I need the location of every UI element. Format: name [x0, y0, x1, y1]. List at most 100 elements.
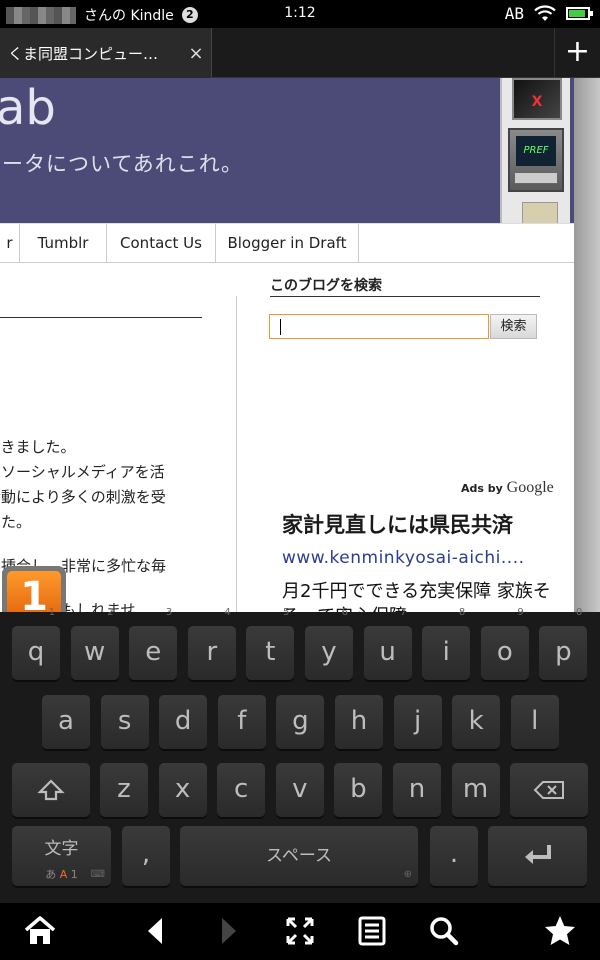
blog-description: ータについてあれこれ。 [2, 152, 243, 176]
key-v[interactable]: v [275, 763, 324, 817]
tab-close-icon[interactable]: × [181, 43, 211, 64]
key-g[interactable]: g [276, 695, 325, 749]
key-o[interactable]: o9 [480, 608, 529, 680]
key-u[interactable]: u7 [363, 608, 412, 680]
key-t[interactable]: t5 [246, 608, 295, 680]
blog-nav-tabs: r Tumblr Contact Us Blogger in Draft [0, 223, 574, 263]
key-hint: 7 [400, 607, 407, 618]
key-m[interactable]: m [451, 763, 500, 817]
key-d[interactable]: d [159, 695, 208, 749]
key-hint: 9 [517, 607, 524, 618]
nav-item-contact-us[interactable]: Contact Us [107, 224, 216, 263]
home-icon[interactable] [20, 913, 60, 949]
pref-icon: PREF [508, 128, 564, 192]
key-z[interactable]: z [100, 763, 148, 817]
key-y[interactable]: y6 [305, 608, 353, 680]
post-column: てきました。 のソーシャルメディアを活 舌動により多くの刺激を受 した。 、挿合… [0, 263, 236, 612]
web-page[interactable]: ab ータについてあれこれ。 X PREF r Tumblr Contact U… [0, 78, 574, 612]
search-icon[interactable] [424, 913, 464, 949]
key-p[interactable]: p0 [539, 608, 588, 680]
fullscreen-icon[interactable] [280, 913, 320, 949]
key-hint: 2 [107, 607, 114, 618]
post-line: 舌動により多くの刺激を受 [0, 488, 166, 506]
forward-icon[interactable] [208, 913, 248, 949]
soft-keyboard: 文字 あ A 1 ⌨ , スペース ⊕ . q1w2e3r4t5y6u7i8o9… [0, 608, 600, 903]
nav-item-tumblr[interactable]: Tumblr [20, 224, 107, 263]
space-key[interactable]: スペース ⊕ [180, 826, 418, 886]
post-line: てきました。 [0, 438, 76, 456]
search-heading: このブログを検索 [270, 278, 382, 294]
enter-icon [524, 845, 551, 864]
key-hint: 5 [283, 607, 290, 618]
post-heading-rule [0, 317, 202, 318]
key-h[interactable]: h [335, 695, 383, 749]
key-j[interactable]: j [393, 695, 442, 749]
page-scroll-edge [574, 78, 600, 612]
key-k[interactable]: k [452, 695, 501, 749]
key-r[interactable]: r4 [187, 608, 236, 680]
status-bar: さんの Kindle 2 1:12 AB [0, 0, 600, 28]
cube-icon: X [512, 78, 562, 120]
tab-title: くま同盟コンピュー… [8, 44, 159, 63]
key-e[interactable]: e3 [129, 608, 178, 680]
nav-item-blogger-in-draft[interactable]: Blogger in Draft [216, 224, 359, 263]
blog-search-input[interactable] [269, 314, 489, 339]
key-n[interactable]: n [393, 763, 441, 817]
favorites-icon[interactable] [540, 913, 580, 949]
key-w[interactable]: w2 [70, 608, 119, 680]
shift-icon [37, 779, 65, 801]
nav-item-partial[interactable]: r [0, 224, 20, 263]
ad-title[interactable]: 家計見直しには県民共済 [282, 509, 513, 539]
key-hint: 4 [224, 607, 231, 618]
blog-sidebar: このブログを検索 検索 Ads by Google 家計見直しには県民共済 ww… [268, 263, 558, 612]
new-tab-button[interactable]: + [554, 28, 600, 78]
key-hint: 6 [341, 607, 348, 618]
backspace-key[interactable] [510, 763, 588, 817]
keyboard-icon: ⌨ [90, 869, 105, 880]
enter-key[interactable] [488, 826, 587, 886]
ad-url[interactable]: www.kenminkyosai-aichi.... [282, 548, 525, 568]
browser-tab-bar: くま同盟コンピュー… × + [0, 28, 600, 78]
key-hint: 8 [458, 607, 466, 618]
mode-switch-key[interactable]: 文字 あ A 1 ⌨ [12, 826, 111, 886]
pref-screen: PREF [516, 136, 556, 166]
header-icon-column: X PREF [500, 78, 570, 226]
column-divider [236, 296, 237, 612]
blog-search-button[interactable]: 検索 [490, 314, 537, 339]
key-x[interactable]: x [158, 763, 207, 817]
wifi-icon [534, 4, 556, 21]
ads-by-google[interactable]: Ads by Google [461, 479, 554, 497]
globe-icon: ⊕ [403, 869, 412, 880]
key-a[interactable]: a [42, 695, 90, 749]
key-hint: 3 [165, 607, 173, 618]
browser-tab-active[interactable]: くま同盟コンピュー… × [0, 28, 212, 78]
system-nav-bar [0, 903, 600, 960]
key-c[interactable]: c [217, 763, 266, 817]
battery-icon [566, 7, 593, 20]
post-line: した。 [0, 513, 32, 531]
pref-keyboard [514, 172, 558, 184]
menu-icon[interactable] [352, 913, 392, 949]
blog-title[interactable]: ab [0, 80, 56, 136]
ime-indicator: AB [504, 4, 524, 23]
key-f[interactable]: f [217, 695, 266, 749]
ad-body: 月2千円でできる充実保障 家族そろって安心保障 [282, 581, 551, 612]
text-caret [280, 319, 281, 335]
key-hint: 0 [576, 607, 583, 618]
back-icon[interactable] [136, 913, 176, 949]
blog-header: ab ータについてあれこれ。 X PREF [0, 78, 574, 226]
period-key[interactable]: . [430, 826, 478, 886]
key-q[interactable]: q1 [12, 608, 60, 680]
key-s[interactable]: s [100, 695, 149, 749]
comma-key[interactable]: , [122, 826, 170, 886]
search-heading-rule [270, 296, 540, 297]
status-right: AB [504, 4, 593, 23]
shift-key[interactable] [12, 763, 90, 817]
backspace-icon [533, 781, 564, 799]
key-i[interactable]: i8 [422, 608, 471, 680]
key-b[interactable]: b [334, 763, 383, 817]
key-hint: 1 [48, 607, 55, 618]
battery-fill [569, 10, 585, 17]
key-l[interactable]: l [510, 695, 559, 749]
post-line: のソーシャルメディアを活 [0, 463, 165, 481]
